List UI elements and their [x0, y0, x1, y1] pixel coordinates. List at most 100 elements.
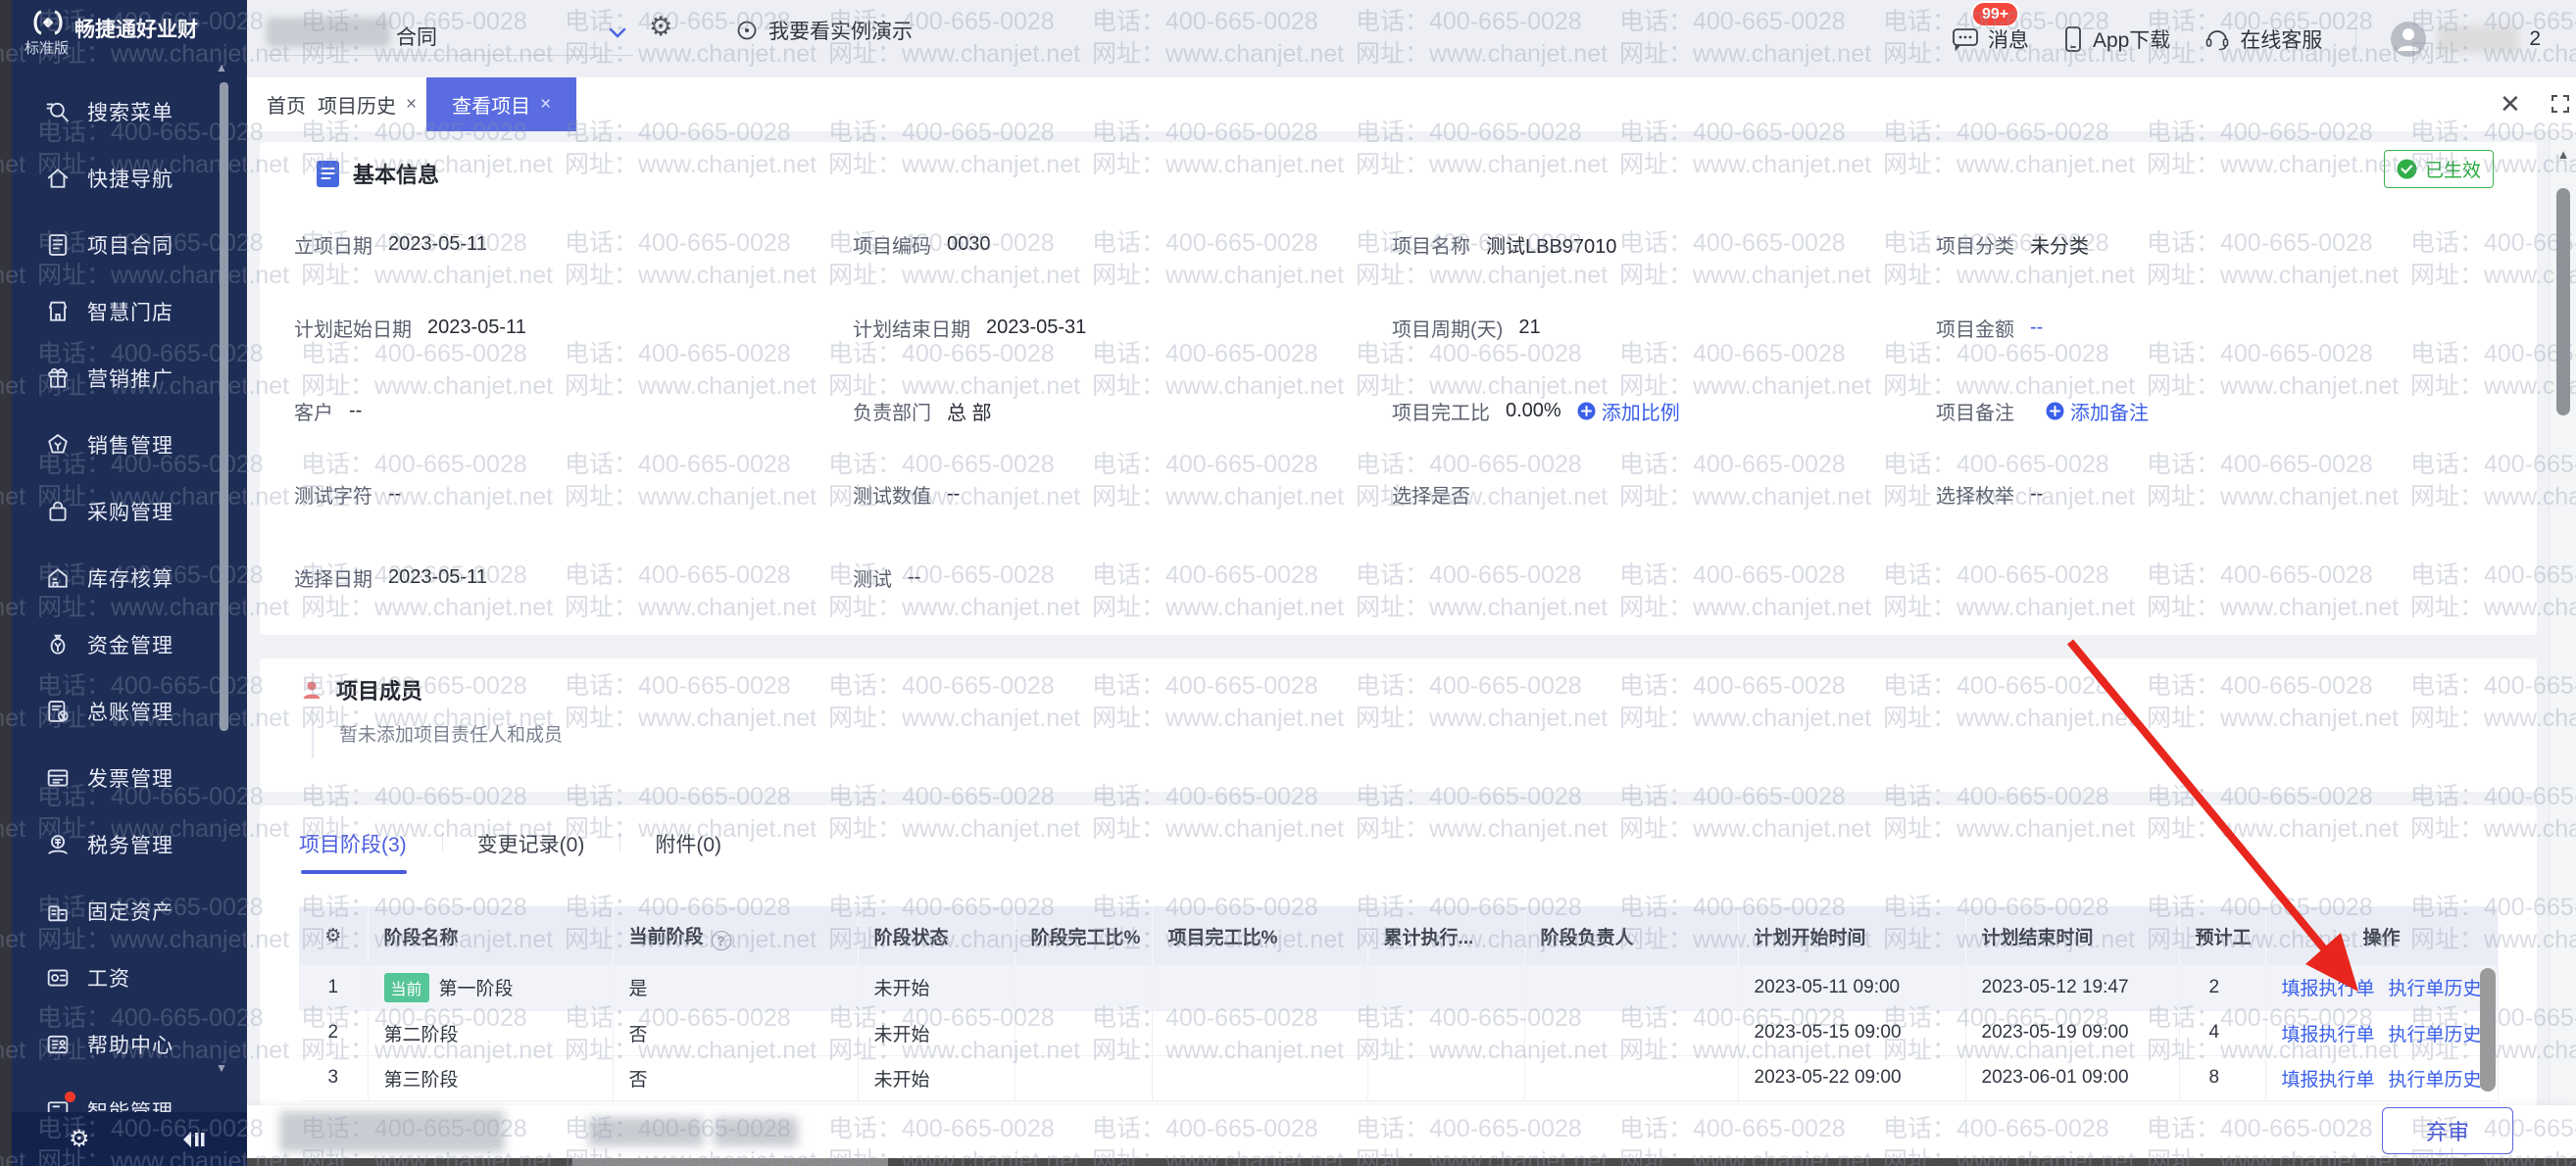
close-tab-icon[interactable]: ×: [540, 94, 551, 116]
messages-button[interactable]: 消息 99+: [1952, 24, 2029, 54]
field: 选择日期 2023-05-11: [294, 536, 853, 619]
execution-order-history-link[interactable]: 执行单历史: [2389, 1070, 2482, 1091]
sidebar-item[interactable]: 项目合同: [12, 212, 247, 278]
section-tab[interactable]: 变更记录(0): [477, 829, 585, 858]
field-value: --: [388, 483, 401, 506]
stage-status-cell: 未开始: [858, 1055, 1015, 1100]
status-text: 已生效: [2425, 156, 2481, 182]
tab[interactable]: 查看项目 ×: [426, 77, 576, 131]
settings-gear-icon[interactable]: ⚙: [69, 1125, 90, 1153]
section-tabs: 项目阶段(3) 变更记录(0) 附件(0): [299, 829, 792, 858]
plus-circle-icon: [1577, 402, 1596, 420]
help-icon[interactable]: ?: [712, 931, 731, 950]
payroll-icon: [44, 964, 72, 992]
close-tab-icon[interactable]: ×: [406, 94, 417, 116]
sidebar-item-label: 资金管理: [87, 630, 173, 659]
menu-scroll-up-icon[interactable]: ▲: [208, 61, 235, 74]
col-stage-owner: 阶段负责人: [1524, 906, 1738, 965]
sidebar-item[interactable]: 采购管理: [12, 478, 247, 545]
tab[interactable]: 项目历史 ×: [316, 77, 419, 131]
sidebar-item[interactable]: 税务管理: [12, 811, 247, 878]
field-label: 项目分类: [1936, 230, 2014, 259]
sidebar-item[interactable]: 资金管理: [12, 611, 247, 678]
fill-execution-order-link[interactable]: 填报执行单: [2282, 1025, 2375, 1045]
sidebar-item-label: 项目合同: [87, 230, 173, 260]
field-label: 项目名称: [1392, 230, 1470, 259]
taskbar-item: [572, 1158, 888, 1166]
execution-order-history-link[interactable]: 执行单历史: [2389, 1025, 2482, 1045]
abandon-approval-button[interactable]: 弃审: [2382, 1107, 2513, 1154]
scroll-up-icon[interactable]: ▲: [2550, 147, 2576, 162]
column-settings-gear-icon[interactable]: ⚙: [299, 906, 368, 965]
sidebar-item[interactable]: 快捷导航: [12, 145, 247, 212]
sidebar-item-label: 营销推广: [87, 364, 173, 393]
stage-name-cell: 当前第一阶段: [368, 965, 613, 1010]
person-icon: [300, 678, 323, 702]
col-stage-status: 阶段状态: [858, 906, 1015, 965]
add-link[interactable]: 添加比例: [1577, 397, 1680, 425]
field: 负责部门 总 部: [853, 369, 1392, 453]
field-label: 选择是否: [1392, 480, 1470, 509]
sidebar-item[interactable]: 库存核算: [12, 545, 247, 611]
sidebar-item[interactable]: 搜索菜单: [12, 78, 247, 145]
sidebar-item[interactable]: 智能管理: [12, 1078, 247, 1112]
demo-label: 我要看实例演示: [768, 16, 913, 45]
field-label: 项目备注: [1936, 397, 2014, 425]
menu-scrollbar-thumb[interactable]: [220, 82, 228, 731]
fill-execution-order-link[interactable]: 填报执行单: [2282, 1070, 2375, 1091]
tab-label: 项目历史: [318, 90, 396, 119]
help-icon: [44, 1031, 72, 1058]
stage-completion-cell: [1015, 965, 1152, 1010]
field-value: 未分类: [2030, 230, 2089, 259]
chevron-down-icon[interactable]: [606, 22, 629, 50]
demo-button[interactable]: 我要看实例演示: [735, 16, 913, 45]
sidebar-item[interactable]: 总账管理: [12, 678, 247, 745]
field-value: 总 部: [947, 397, 992, 425]
field-label: 立项日期: [294, 230, 372, 259]
add-link[interactable]: 添加备注: [2046, 397, 2149, 425]
sidebar-item[interactable]: 固定资产: [12, 878, 247, 945]
workspace-selector[interactable]: 合同: [396, 22, 437, 51]
menu-scroll-down-icon[interactable]: ▼: [208, 1061, 235, 1075]
field: 项目编码 0030: [853, 203, 1392, 286]
collapse-sidebar-icon[interactable]: [180, 1128, 206, 1151]
execution-order-history-link[interactable]: 执行单历史: [2389, 979, 2482, 999]
sidebar-item[interactable]: 销售管理: [12, 412, 247, 478]
online-support-button[interactable]: 在线客服: [2204, 24, 2322, 54]
section-tab[interactable]: 项目阶段(3): [299, 829, 407, 858]
cumulative-exec-cell: [1367, 1055, 1524, 1100]
close-view-icon[interactable]: ✕: [2500, 89, 2521, 120]
col-stage-name: 阶段名称: [368, 906, 613, 965]
current-stage-cell: 是: [613, 965, 858, 1010]
page-scrollbar[interactable]: ▲: [2549, 131, 2576, 1105]
sidebar-item-label: 库存核算: [87, 563, 173, 593]
sidebar-item[interactable]: 工资: [12, 945, 247, 1011]
project-completion-cell: [1152, 1055, 1367, 1100]
headset-icon: [2204, 25, 2231, 53]
field-label: 项目周期(天): [1392, 314, 1503, 342]
field-value: 2023-05-11: [427, 316, 526, 339]
section-tab[interactable]: 附件(0): [655, 829, 721, 858]
table-scrollbar-thumb[interactable]: [2480, 968, 2496, 1092]
topbar-gear-icon[interactable]: ⚙: [649, 14, 672, 40]
edition-label: 标准版: [25, 37, 69, 58]
stage-completion-cell: [1015, 1055, 1152, 1100]
brand-name: 畅捷通好业财: [74, 14, 198, 43]
fullscreen-icon[interactable]: [2549, 92, 2572, 121]
app-download-button[interactable]: App下载: [2062, 24, 2170, 54]
page-scrollbar-thumb[interactable]: [2556, 188, 2570, 415]
sidebar-item[interactable]: 智慧门店: [12, 278, 247, 345]
gift-icon: [44, 364, 72, 392]
field: 选择是否: [1392, 453, 1936, 536]
tab[interactable]: 首页: [265, 77, 308, 131]
sidebar-item-label: 采购管理: [87, 497, 173, 526]
sidebar-item[interactable]: 营销推广: [12, 345, 247, 412]
sidebar-item[interactable]: 发票管理: [12, 745, 247, 811]
field-label: 项目编码: [853, 230, 931, 259]
field: 项目金额 --: [1936, 286, 2149, 369]
user-menu[interactable]: 2: [2390, 21, 2541, 58]
planned-start-cell: 2023-05-11 09:00: [1738, 965, 1965, 1010]
avatar: [2390, 21, 2427, 58]
check-circle-icon: [2397, 159, 2417, 179]
fill-execution-order-link[interactable]: 填报执行单: [2282, 979, 2375, 999]
